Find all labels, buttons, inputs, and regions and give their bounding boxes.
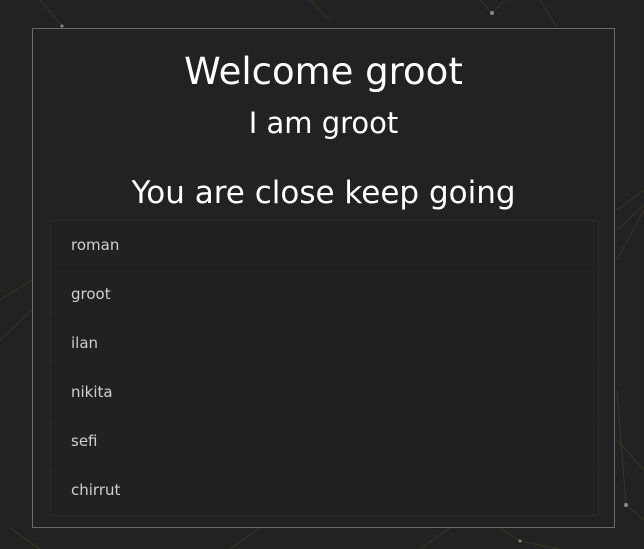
welcome-panel: Welcome groot I am groot You are close k… [32,28,615,528]
progress-message: You are close keep going [131,175,516,211]
list-item[interactable]: groot [51,270,598,319]
list-item[interactable]: roman [51,221,598,270]
names-list: roman groot ilan nikita sefi chirrut [50,220,599,516]
subtitle: I am groot [248,106,399,140]
list-item[interactable]: chirrut [51,466,598,515]
list-item[interactable]: ilan [51,319,598,368]
list-item[interactable]: nikita [51,368,598,417]
list-item[interactable]: sefi [51,417,598,466]
welcome-title: Welcome groot [184,50,463,93]
